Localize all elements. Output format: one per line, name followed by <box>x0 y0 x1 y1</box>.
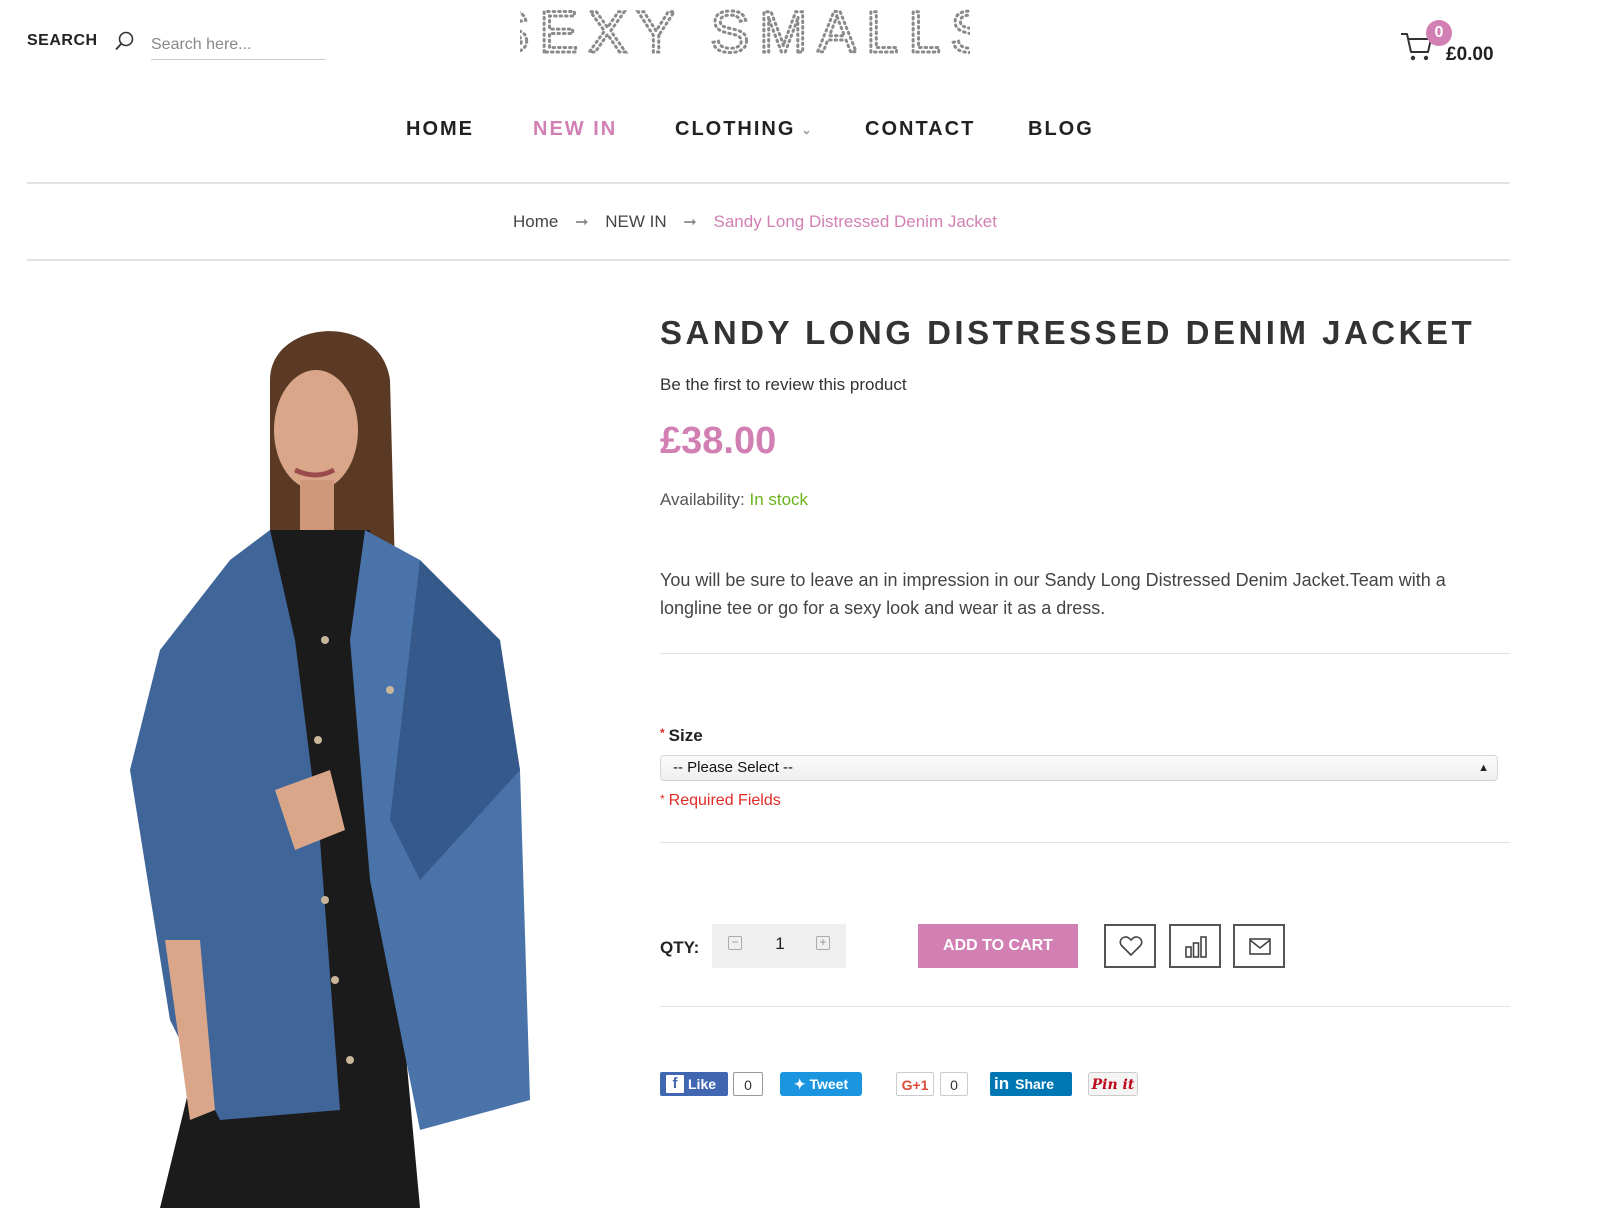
required-star: * <box>660 792 665 806</box>
wishlist-button[interactable] <box>1104 924 1156 968</box>
email-friend-button[interactable] <box>1233 924 1285 968</box>
product-price: £38.00 <box>660 420 777 462</box>
google-plus-button[interactable]: G+1 <box>896 1072 934 1096</box>
divider <box>27 182 1510 184</box>
main-nav: HOME NEW IN CLOTHING ⌄ CONTACT BLOG <box>0 118 1510 144</box>
search-input[interactable] <box>151 30 326 60</box>
add-to-cart-button[interactable]: ADD TO CART <box>918 924 1078 968</box>
qty-increase-button[interactable]: + <box>816 936 830 950</box>
divider <box>27 259 1510 261</box>
twitter-icon: ✦ <box>793 1076 810 1092</box>
facebook-icon: f <box>666 1075 684 1093</box>
required-star: * <box>660 726 665 740</box>
search-bar: SEARCH <box>27 30 326 60</box>
divider <box>660 653 1510 654</box>
product-image[interactable] <box>120 320 540 1208</box>
required-note-text: Required Fields <box>668 792 781 809</box>
quantity-stepper: − + <box>712 924 846 968</box>
facebook-like-label: Like <box>688 1076 717 1092</box>
chevron-down-icon: ⌄ <box>801 122 814 137</box>
linkedin-share-label: Share <box>1015 1076 1055 1092</box>
breadcrumb: Home ➞ NEW IN ➞ Sandy Long Distressed De… <box>0 211 1510 232</box>
product-description: You will be sure to leave an in impressi… <box>660 570 1446 618</box>
breadcrumb-current: Sandy Long Distressed Denim Jacket <box>713 211 997 231</box>
search-label: SEARCH <box>27 32 98 49</box>
divider <box>660 1006 1510 1007</box>
divider <box>660 842 1510 843</box>
google-plus-count: 0 <box>940 1072 968 1096</box>
logo-text: SEXY SMALLS <box>520 2 970 62</box>
tweet-button[interactable]: ✦ Tweet <box>780 1072 862 1096</box>
breadcrumb-new-in[interactable]: NEW IN <box>605 212 666 232</box>
availability-label: Availability: <box>660 490 745 509</box>
qty-input[interactable] <box>768 934 792 954</box>
compare-button[interactable] <box>1169 924 1221 968</box>
size-select[interactable]: -- Please Select -- ▲ <box>660 755 1498 781</box>
compare-icon <box>1185 936 1207 958</box>
qty-decrease-button[interactable]: − <box>728 936 742 950</box>
nav-item-clothing-label: CLOTHING <box>675 118 796 140</box>
nav-item-contact[interactable]: CONTACT <box>865 118 975 141</box>
pinterest-pin-button[interactable]: Pin it <box>1088 1072 1138 1096</box>
required-fields-note: * Required Fields <box>660 792 781 810</box>
select-arrows-icon: ▲ <box>1478 762 1489 774</box>
nav-item-blog[interactable]: BLOG <box>1028 118 1094 141</box>
heart-icon <box>1119 936 1143 957</box>
linkedin-icon: in <box>994 1074 1010 1093</box>
nav-item-clothing[interactable]: CLOTHING ⌄ <box>675 118 814 141</box>
product-title: SANDY LONG DISTRESSED DENIM JACKET <box>660 314 1476 351</box>
size-select-value: -- Please Select -- <box>673 759 794 776</box>
stock-status: In stock <box>749 490 809 509</box>
availability: Availability: In stock <box>660 490 808 510</box>
envelope-icon <box>1249 938 1271 955</box>
tweet-label: Tweet <box>809 1076 849 1092</box>
cart-total: £0.00 <box>1446 44 1494 65</box>
facebook-like-button[interactable]: f Like <box>660 1072 728 1096</box>
cart-count-badge: 0 <box>1426 20 1452 46</box>
mini-cart[interactable]: 0 £0.00 <box>1400 20 1510 70</box>
facebook-like-count: 0 <box>733 1072 763 1096</box>
nav-item-home[interactable]: HOME <box>406 118 474 141</box>
arrow-right-icon: ➞ <box>683 213 697 231</box>
size-label: * Size <box>660 726 703 746</box>
size-label-text: Size <box>668 726 703 745</box>
nav-item-new-in[interactable]: NEW IN <box>533 118 617 141</box>
linkedin-share-button[interactable]: in Share <box>990 1072 1072 1096</box>
arrow-right-icon: ➞ <box>575 213 589 231</box>
qty-label: QTY: <box>660 938 700 957</box>
logo[interactable]: SEXY SMALLS <box>489 0 991 67</box>
review-link[interactable]: Be the first to review this product <box>660 375 907 395</box>
search-icon[interactable] <box>114 30 136 52</box>
breadcrumb-home[interactable]: Home <box>513 212 558 232</box>
